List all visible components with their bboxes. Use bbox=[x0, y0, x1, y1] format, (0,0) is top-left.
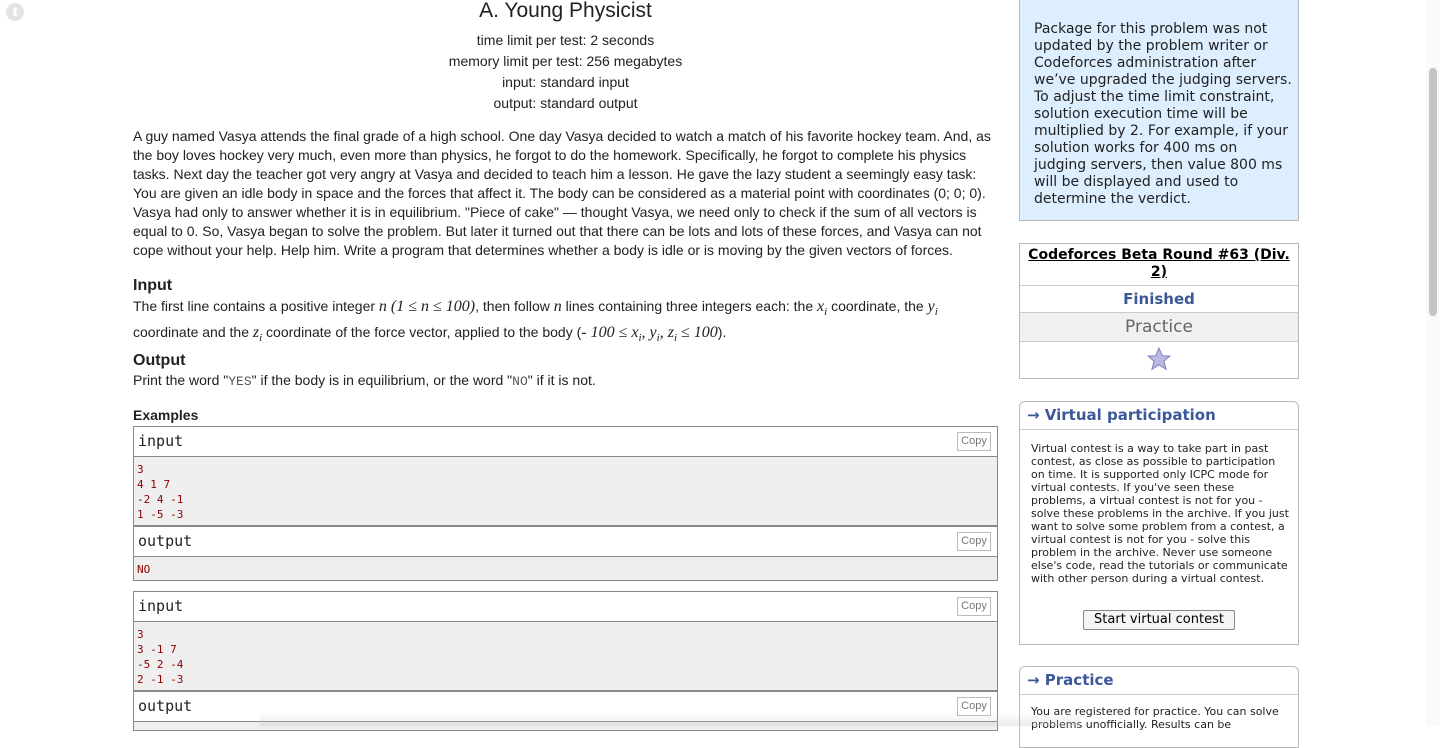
sample-input-label: input bbox=[138, 432, 184, 450]
input-file: input: standard input bbox=[502, 74, 629, 90]
sample-output-header: output Copy bbox=[134, 526, 997, 557]
sample-test-1: input Copy 3 4 1 7 -2 4 -1 1 -5 -3 outpu… bbox=[133, 426, 998, 581]
sample-input-label: input bbox=[138, 597, 184, 615]
practice-box: → Practice You are registered for practi… bbox=[1019, 666, 1299, 748]
output-section-title: Output bbox=[133, 352, 186, 369]
start-virtual-contest-button[interactable]: Start virtual contest bbox=[1083, 610, 1235, 630]
contest-mode: Practice bbox=[1020, 313, 1298, 342]
practice-title: → Practice bbox=[1027, 671, 1114, 689]
sample-input-header: input Copy bbox=[134, 592, 997, 622]
contest-name-link[interactable]: Codeforces Beta Round #63 (Div. 2) bbox=[1020, 244, 1298, 286]
input-section-title: Input bbox=[133, 277, 173, 294]
bottom-shadow bbox=[260, 712, 1080, 726]
sample-output-label: output bbox=[138, 532, 193, 550]
sample-test-2: input Copy 3 3 -1 7 -5 2 -4 2 -1 -3 outp… bbox=[133, 591, 998, 731]
package-notice-text: Package for this problem was not updated… bbox=[1034, 21, 1292, 207]
problem-legend: A guy named Vasya attends the final grad… bbox=[133, 128, 991, 258]
output-specification: Print the word "YES" if the body is in e… bbox=[133, 372, 596, 389]
divider bbox=[1020, 694, 1298, 695]
sample-output-text: NO bbox=[134, 557, 997, 580]
contest-box: Codeforces Beta Round #63 (Div. 2) Finis… bbox=[1019, 243, 1299, 379]
divider bbox=[1020, 429, 1298, 430]
virtual-participation-title: → Virtual participation bbox=[1027, 406, 1216, 424]
time-limit: time limit per test: 2 seconds bbox=[476, 32, 655, 48]
scroll-top-arrow-icon[interactable]: ⬆ bbox=[6, 3, 24, 21]
copy-button[interactable]: Copy bbox=[957, 432, 991, 451]
copy-button[interactable]: Copy bbox=[957, 532, 991, 551]
problem-title: A. Young Physicist bbox=[479, 0, 652, 22]
virtual-participation-box: → Virtual participation Virtual contest … bbox=[1019, 401, 1299, 645]
favourite-star-icon[interactable] bbox=[1020, 342, 1298, 378]
package-notice: Package for this problem was not updated… bbox=[1019, 0, 1299, 221]
output-file: output: standard output bbox=[493, 95, 638, 111]
copy-button[interactable]: Copy bbox=[957, 597, 991, 616]
sample-input-text: 3 4 1 7 -2 4 -1 1 -5 -3 bbox=[134, 457, 997, 526]
sample-output-label: output bbox=[138, 697, 193, 715]
examples-title: Examples bbox=[133, 407, 199, 423]
scrollbar-thumb[interactable] bbox=[1429, 68, 1437, 316]
sample-input-header: input Copy bbox=[134, 427, 997, 457]
contest-status: Finished bbox=[1020, 286, 1298, 313]
memory-limit: memory limit per test: 256 megabytes bbox=[448, 53, 683, 69]
virtual-participation-text: Virtual contest is a way to take part in… bbox=[1031, 442, 1289, 585]
input-specification: The first line contains a positive integ… bbox=[133, 298, 938, 344]
sample-input-text: 3 3 -1 7 -5 2 -4 2 -1 -3 bbox=[134, 622, 997, 691]
